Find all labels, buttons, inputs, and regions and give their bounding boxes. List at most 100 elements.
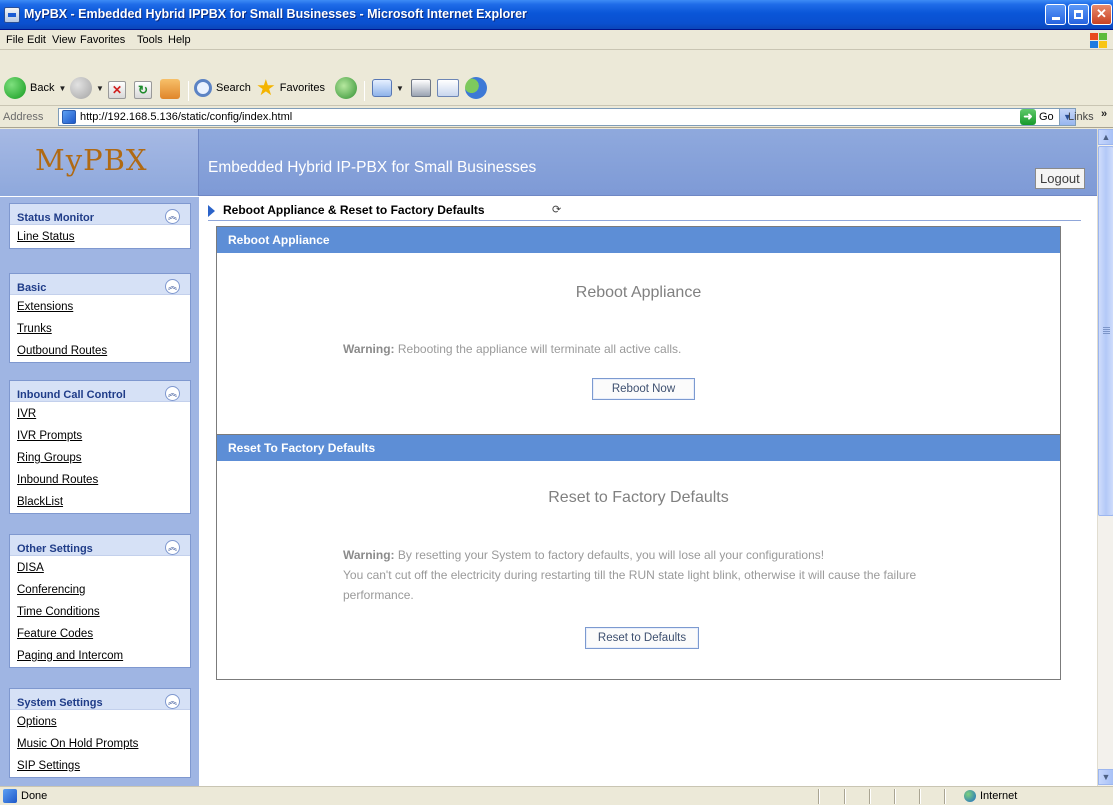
panel-title: Inbound Call Control (17, 389, 126, 401)
minimize-button[interactable] (1045, 4, 1066, 25)
collapse-icon[interactable]: ︽ (165, 386, 180, 401)
page-title: Reboot Appliance & Reset to Factory Defa… (223, 203, 485, 217)
sidebar-item-line-status[interactable]: Line Status (10, 226, 190, 248)
favorites-button[interactable]: ★ Favorites (256, 75, 325, 101)
refresh-page-icon[interactable]: ⟳ (552, 203, 561, 216)
panel-title: Status Monitor (17, 212, 94, 224)
history-button[interactable] (335, 75, 357, 101)
panel-header[interactable]: Other Settings ︽ (10, 535, 190, 555)
sidebar-item-ivr-prompts[interactable]: IVR Prompts (10, 425, 190, 447)
page-viewport: MyPBX Embedded Hybrid IP-PBX for Small B… (0, 129, 1097, 786)
mail-dropdown-icon[interactable]: ▼ (396, 84, 404, 93)
close-button[interactable]: ✕ (1091, 4, 1112, 25)
menu-file[interactable]: File (6, 34, 24, 46)
reset-title: Reset to Factory Defaults (548, 489, 729, 506)
go-button[interactable]: ➜ Go (1020, 109, 1054, 125)
address-url[interactable]: http://192.168.5.136/static/config/index… (80, 111, 292, 123)
links-chevron-icon[interactable]: » (1101, 108, 1107, 120)
sidebar-item-trunks[interactable]: Trunks (10, 318, 190, 340)
forward-button[interactable]: ▼ (70, 75, 104, 101)
history-icon (335, 77, 357, 99)
panel-header[interactable]: Status Monitor ︽ (10, 204, 190, 224)
panel-title: Basic (17, 282, 47, 294)
search-button[interactable]: Search (194, 75, 251, 101)
reboot-section: Reboot Appliance Reboot Appliance Warnin… (216, 226, 1061, 440)
sidebar-panel-other-settings: Other Settings ︽ DISA Conferencing Time … (9, 534, 191, 668)
sidebar-item-ivr[interactable]: IVR (10, 403, 190, 425)
window-title-bar[interactable]: MyPBX - Embedded Hybrid IPPBX for Small … (0, 0, 1113, 30)
forward-dropdown-icon[interactable]: ▼ (96, 84, 104, 93)
sidebar-panel-status-monitor: Status Monitor ︽ Line Status (9, 203, 191, 249)
ie-app-icon[interactable] (4, 7, 20, 23)
address-input[interactable]: http://192.168.5.136/static/config/index… (58, 108, 1076, 126)
sidebar-item-extensions[interactable]: Extensions (10, 296, 190, 318)
panel-header[interactable]: System Settings ︽ (10, 689, 190, 709)
sidebar-item-disa[interactable]: DISA (10, 557, 190, 579)
sidebar-panel-system-settings: System Settings ︽ Options Music On Hold … (9, 688, 191, 778)
reset-to-defaults-button[interactable]: Reset to Defaults (585, 627, 699, 649)
stop-button[interactable]: ✕ (108, 77, 126, 103)
mail-icon (372, 79, 392, 97)
logout-button[interactable]: Logout (1035, 168, 1085, 189)
search-label: Search (216, 82, 251, 94)
messenger-button[interactable] (465, 75, 487, 101)
sidebar-panel-basic: Basic ︽ Extensions Trunks Outbound Route… (9, 273, 191, 363)
panel-header[interactable]: Inbound Call Control ︽ (10, 381, 190, 401)
scrollbar-thumb[interactable] (1098, 146, 1113, 516)
security-zone[interactable]: Internet (964, 790, 1017, 802)
back-dropdown-icon[interactable]: ▼ (58, 84, 66, 93)
window-title: MyPBX - Embedded Hybrid IPPBX for Small … (24, 7, 527, 21)
maximize-icon (1074, 10, 1083, 19)
scroll-down-icon[interactable]: ▼ (1098, 769, 1113, 785)
mypbx-logo: MyPBX (35, 143, 148, 177)
sidebar-item-blacklist[interactable]: BlackList (10, 491, 190, 513)
back-button[interactable]: Back ▼ (4, 75, 66, 101)
mail-button[interactable]: ▼ (372, 75, 404, 101)
panel-header[interactable]: Basic ︽ (10, 274, 190, 294)
reset-section-header: Reset To Factory Defaults (217, 435, 1060, 461)
menu-view[interactable]: View (52, 34, 76, 46)
sidebar-item-paging-and-intercom[interactable]: Paging and Intercom (10, 645, 190, 667)
menu-favorites[interactable]: Favorites (80, 34, 125, 46)
status-bar: Done Internet (0, 786, 1113, 805)
sidebar-item-feature-codes[interactable]: Feature Codes (10, 623, 190, 645)
sidebar-item-sip-settings[interactable]: SIP Settings (10, 755, 190, 777)
scroll-up-icon[interactable]: ▲ (1098, 129, 1113, 145)
collapse-icon[interactable]: ︽ (165, 279, 180, 294)
collapse-icon[interactable]: ︽ (165, 540, 180, 555)
collapse-icon[interactable]: ︽ (165, 209, 180, 224)
sidebar-item-time-conditions[interactable]: Time Conditions (10, 601, 190, 623)
vertical-scrollbar[interactable]: ▲ ▼ (1097, 129, 1113, 786)
favorites-label: Favorites (279, 82, 325, 94)
header-banner: MyPBX Embedded Hybrid IP-PBX for Small B… (0, 129, 1097, 196)
print-button[interactable] (411, 75, 431, 101)
stop-icon: ✕ (108, 81, 126, 99)
zone-label: Internet (980, 790, 1018, 802)
sidebar-item-inbound-routes[interactable]: Inbound Routes (10, 469, 190, 491)
collapse-icon[interactable]: ︽ (165, 694, 180, 709)
links-button[interactable]: Links (1068, 111, 1094, 123)
messenger-icon (465, 77, 487, 99)
maximize-button[interactable] (1068, 4, 1089, 25)
menu-help[interactable]: Help (168, 34, 191, 46)
status-text: Done (21, 790, 48, 802)
sidebar-item-music-on-hold-prompts[interactable]: Music On Hold Prompts (10, 733, 190, 755)
forward-arrow-icon (70, 77, 92, 99)
sidebar: Status Monitor ︽ Line Status Basic ︽ Ext… (0, 197, 199, 786)
sidebar-item-ring-groups[interactable]: Ring Groups (10, 447, 190, 469)
menu-edit[interactable]: Edit (27, 34, 46, 46)
browser-toolbar: Back ▼ ▼ ✕ ↻ Search ★ Favorites ▼ (0, 51, 1113, 106)
sidebar-item-outbound-routes[interactable]: Outbound Routes (10, 340, 190, 362)
search-icon (194, 79, 212, 97)
menu-tools[interactable]: Tools (137, 34, 163, 46)
favorites-star-icon: ★ (256, 75, 276, 100)
home-button[interactable] (160, 76, 180, 102)
sidebar-item-conferencing[interactable]: Conferencing (10, 579, 190, 601)
reboot-now-button[interactable]: Reboot Now (592, 378, 695, 400)
edit-button[interactable] (437, 75, 459, 101)
warning-text-line2: You can't cut off the electricity during… (343, 568, 917, 582)
warning-text: By resetting your System to factory defa… (394, 548, 825, 562)
reboot-title: Reboot Appliance (575, 284, 702, 301)
refresh-button[interactable]: ↻ (134, 77, 152, 103)
sidebar-item-options[interactable]: Options (10, 711, 190, 733)
